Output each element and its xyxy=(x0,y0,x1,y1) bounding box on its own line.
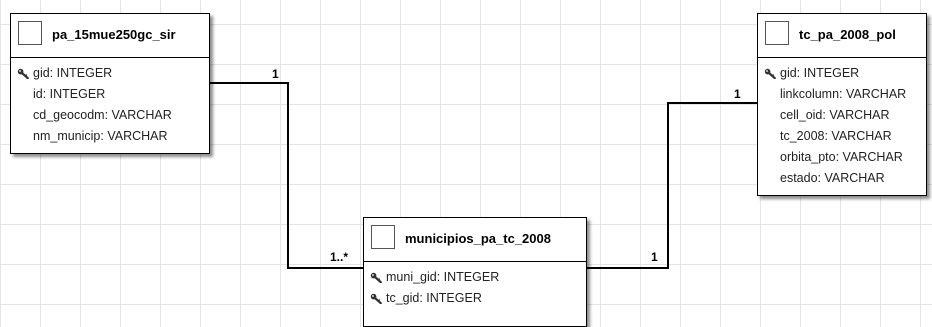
column-list: muni_gid: INTEGER tc_gid: INTEGER xyxy=(364,262,586,313)
column-label: gid: INTEGER xyxy=(780,66,860,80)
relation-line-mun-tc xyxy=(587,102,757,269)
column-label: gid: INTEGER xyxy=(33,66,113,80)
column-row[interactable]: cell_oid: VARCHAR xyxy=(758,105,926,126)
key-icon xyxy=(370,272,382,283)
column-row[interactable]: tc_2008: VARCHAR xyxy=(758,126,926,147)
table-header: tc_pa_2008_pol xyxy=(758,14,926,58)
column-label: cd_geocodm: VARCHAR xyxy=(33,108,172,122)
column-row[interactable]: orbita_pto: VARCHAR xyxy=(758,147,926,168)
column-label: cell_oid: VARCHAR xyxy=(780,108,890,122)
table-title: pa_15mue250gc_sir xyxy=(52,27,176,42)
cardinality-label: 1..* xyxy=(330,250,349,264)
column-row[interactable]: cd_geocodm: VARCHAR xyxy=(11,105,209,126)
table-entity[interactable]: tc_pa_2008_pol gid: INTEGER linkcolumn: … xyxy=(757,13,927,196)
column-row[interactable]: nm_municip: VARCHAR xyxy=(11,126,209,147)
column-label: orbita_pto: VARCHAR xyxy=(780,150,903,164)
column-label: id: INTEGER xyxy=(33,87,106,101)
column-label: nm_municip: VARCHAR xyxy=(33,129,168,143)
key-icon xyxy=(17,68,29,79)
column-row[interactable]: tc_gid: INTEGER xyxy=(364,288,586,309)
column-row[interactable]: id: INTEGER xyxy=(11,84,209,105)
table-icon xyxy=(765,21,789,45)
column-row[interactable]: estado: VARCHAR xyxy=(758,168,926,189)
key-icon xyxy=(764,68,776,79)
table-title: tc_pa_2008_pol xyxy=(799,27,896,42)
table-header: municipios_pa_tc_2008 xyxy=(364,218,586,262)
table-title: municipios_pa_tc_2008 xyxy=(405,231,551,246)
diagram-canvas[interactable]: 1 1..* 1 1 pa_15mue250gc_sir gid: INTEGE… xyxy=(0,0,932,327)
table-icon xyxy=(18,21,42,45)
column-list: gid: INTEGER id: INTEGER cd_geocodm: VAR… xyxy=(11,58,209,151)
cardinality-label: 1 xyxy=(651,250,658,264)
cardinality-label: 1 xyxy=(734,87,741,101)
column-label: tc_2008: VARCHAR xyxy=(780,129,892,143)
column-row[interactable]: gid: INTEGER xyxy=(758,63,926,84)
relation-line-pa-mun xyxy=(210,82,363,269)
column-row[interactable]: linkcolumn: VARCHAR xyxy=(758,84,926,105)
key-icon xyxy=(370,293,382,304)
column-label: linkcolumn: VARCHAR xyxy=(780,87,907,101)
table-entity[interactable]: pa_15mue250gc_sir gid: INTEGER id: INTEG… xyxy=(10,13,210,154)
table-header: pa_15mue250gc_sir xyxy=(11,14,209,58)
table-entity[interactable]: municipios_pa_tc_2008 muni_gid: INTEGER xyxy=(363,217,587,327)
table-icon xyxy=(371,225,395,249)
column-label: tc_gid: INTEGER xyxy=(386,291,482,305)
column-label: estado: VARCHAR xyxy=(780,171,885,185)
cardinality-label: 1 xyxy=(272,67,279,81)
column-label: muni_gid: INTEGER xyxy=(386,270,500,284)
column-row[interactable]: muni_gid: INTEGER xyxy=(364,267,586,288)
column-row[interactable]: gid: INTEGER xyxy=(11,63,209,84)
column-list: gid: INTEGER linkcolumn: VARCHAR cell_oi… xyxy=(758,58,926,193)
